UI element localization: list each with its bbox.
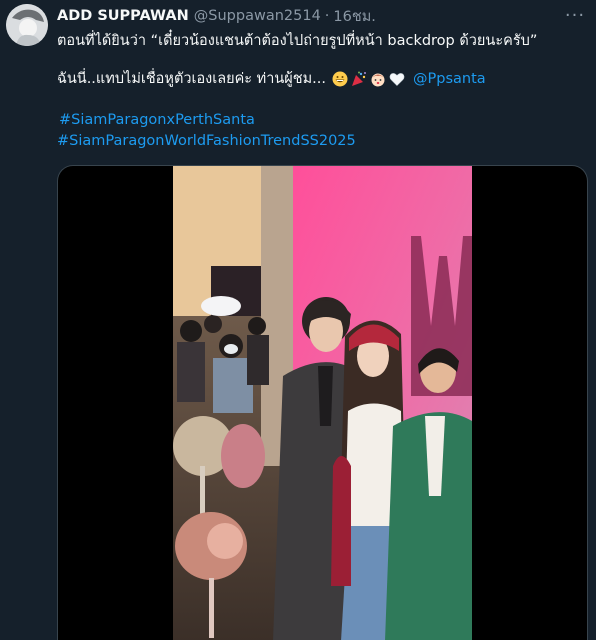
party-popper-icon (352, 71, 367, 86)
user-handle[interactable]: @Suppawan2514 (194, 8, 321, 24)
tweet: ADD SUPPAWAN @Suppawan2514 · 16ชม. ··· ต… (0, 0, 596, 640)
hashtag-link[interactable]: #SiamParagonxPerthSanta (59, 110, 255, 130)
avatar[interactable] (6, 4, 48, 46)
tweet-text-line-1: ตอนที่ได้ยินว่า “เดี๋ยวน้องแชนต้าต้องไปถ… (57, 33, 538, 49)
separator-dot: · (324, 8, 330, 24)
display-name[interactable]: ADD SUPPAWAN (57, 8, 189, 24)
white-heart-icon (389, 73, 405, 86)
video-frame (173, 166, 472, 640)
tweet-text-line-2: ฉันนี่..แทบไม่เชื่อหูตัวเองเลยค่ะ ท่านผู… (57, 69, 486, 89)
timestamp[interactable]: 16ชม. (333, 5, 375, 28)
grinning-face-icon (332, 71, 348, 87)
emoji-row (332, 71, 405, 87)
mention-link[interactable]: @Ppsanta (413, 69, 486, 89)
hashtag-link[interactable]: #SiamParagonWorldFashionTrendSS2025 (57, 131, 356, 151)
more-options-icon[interactable]: ··· (564, 5, 586, 26)
face-icon (371, 73, 385, 87)
video-player[interactable] (57, 165, 588, 640)
tweet-text-line-2-text: ฉันนี่..แทบไม่เชื่อหูตัวเองเลยค่ะ ท่านผู… (57, 71, 327, 87)
event-photo (173, 166, 472, 640)
tweet-header: ADD SUPPAWAN @Suppawan2514 · 16ชม. (57, 6, 376, 26)
